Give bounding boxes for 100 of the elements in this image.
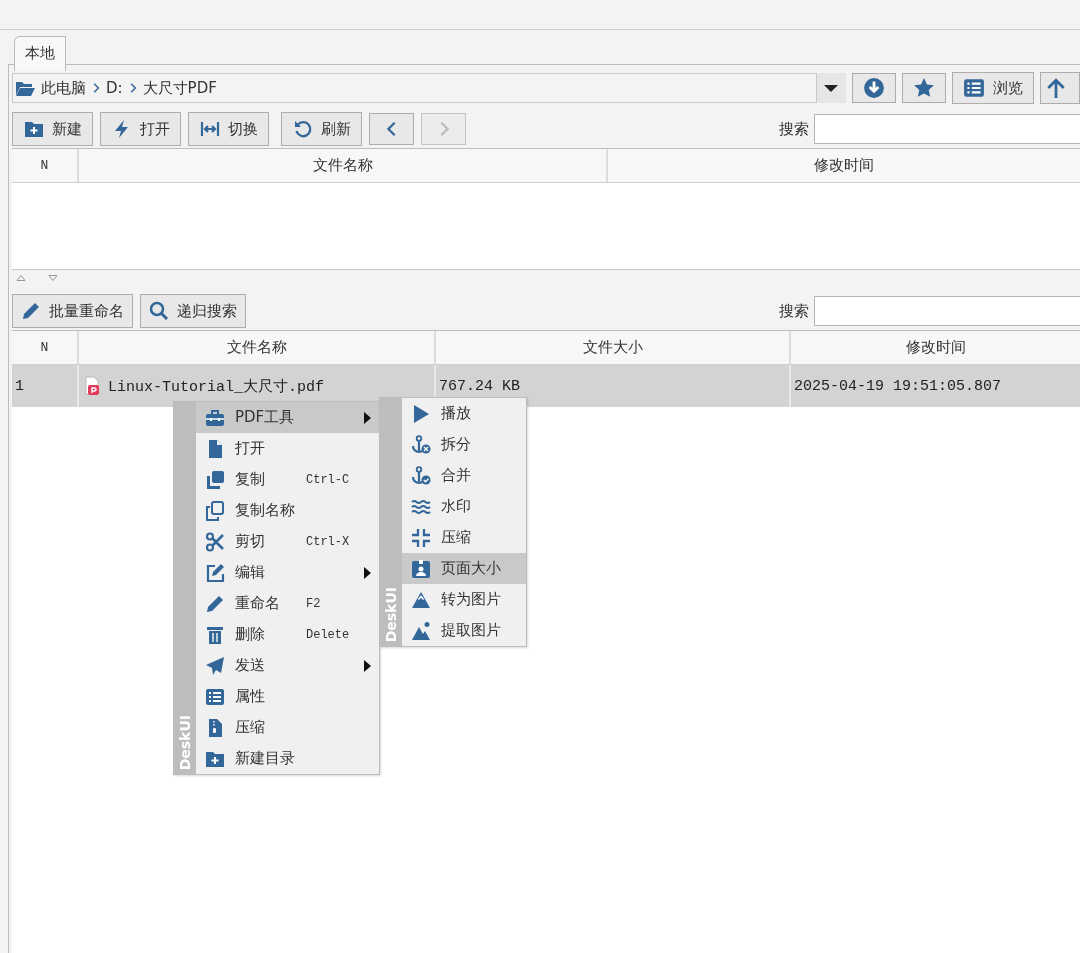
shortcut-label: Ctrl-C — [306, 472, 350, 487]
table-cell: 1 — [12, 365, 79, 407]
star-icon — [913, 77, 935, 99]
menu-item-label: 拆分 — [441, 435, 471, 454]
menu-item[interactable]: 复制名称 — [196, 495, 379, 526]
menu-item[interactable]: PDF工具 — [196, 402, 379, 433]
search-field[interactable] — [814, 114, 1080, 144]
menu-item-label: 合并 — [441, 466, 471, 485]
brand-label: DeskUI — [177, 714, 193, 772]
list-icon — [205, 686, 225, 707]
menu-item[interactable]: 复制 Ctrl-C — [196, 464, 379, 495]
menu-item-label: PDF工具 — [235, 408, 295, 427]
shortcut-label: Delete — [306, 627, 350, 642]
switch-button[interactable]: 切换 — [188, 112, 269, 146]
image-icon — [411, 620, 431, 641]
menu-item-label: 压缩 — [441, 528, 471, 547]
paper-plane-icon — [205, 655, 225, 676]
menu-item-label: 复制名称 — [235, 501, 295, 520]
menu-item[interactable]: 合并 — [402, 460, 526, 491]
trash-icon — [205, 624, 225, 645]
refresh-button[interactable]: 刷新 — [281, 112, 362, 146]
menu-item-label: 重命名 — [235, 594, 280, 613]
copy-icon — [205, 469, 225, 490]
shortcut-label: F2 — [306, 596, 321, 611]
menu-item-label: 编辑 — [235, 563, 265, 582]
compress-icon — [411, 527, 431, 548]
new-folder-icon — [23, 119, 44, 139]
caret-icon — [824, 84, 839, 92]
menu-item[interactable]: 拆分 — [402, 429, 526, 460]
menu-item-label: 转为图片 — [441, 590, 501, 609]
refresh-icon — [292, 119, 313, 139]
download-button[interactable] — [852, 73, 896, 103]
menu-item[interactable]: 提取图片 — [402, 615, 526, 646]
menu-item[interactable]: 删除 Delete — [196, 619, 379, 650]
favorite-button[interactable] — [902, 73, 946, 103]
menu-item-label: 提取图片 — [441, 621, 501, 640]
swap-icon — [199, 119, 220, 139]
menu-item[interactable]: 压缩 — [402, 522, 526, 553]
menu-item-label: 打开 — [235, 439, 265, 458]
column-header[interactable]: 文件名称 — [79, 149, 608, 182]
toolbox-icon — [205, 407, 225, 428]
browse-button[interactable]: 浏览 — [952, 72, 1034, 104]
menu-item[interactable]: 剪切 Ctrl-X — [196, 526, 379, 557]
brand-label: DeskUI — [383, 586, 399, 644]
breadcrumb-item[interactable]: 此电脑 — [41, 78, 86, 98]
up-arrow-icon — [1045, 77, 1067, 99]
play-icon — [411, 403, 431, 424]
back-button[interactable] — [369, 113, 414, 145]
copy-icon — [205, 500, 225, 521]
file-name: Linux-Tutorial_大尺寸.pdf — [108, 377, 325, 396]
menu-item[interactable]: 水印 — [402, 491, 526, 522]
breadcrumb-item[interactable]: 大尺寸PDF — [142, 78, 217, 98]
menu-item[interactable]: 转为图片 — [402, 584, 526, 615]
shortcut-label: Ctrl-X — [306, 534, 350, 549]
new-button[interactable]: 新建 — [12, 112, 93, 146]
tab[interactable]: 本地 — [14, 36, 66, 71]
id-badge-icon — [411, 558, 431, 579]
menu-item-label: 发送 — [235, 656, 265, 675]
collapse-up-icon[interactable] — [16, 275, 26, 281]
search-label: 搜索 — [779, 119, 809, 139]
scissors-icon — [205, 531, 225, 552]
open-button[interactable]: 打开 — [100, 112, 181, 146]
menu-item-label: 属性 — [235, 687, 265, 706]
column-header[interactable]: 修改时间 — [791, 331, 1080, 364]
up-button[interactable] — [1040, 72, 1080, 104]
menu-item[interactable]: 压缩 — [196, 712, 379, 743]
download-icon — [863, 77, 885, 99]
breadcrumb-item[interactable]: D: — [106, 79, 123, 97]
recursive-search-button[interactable]: 递归搜索 — [140, 294, 246, 328]
table-row[interactable]: 1 Linux-Tutorial_大尺寸.pdf 767.24 KB 2025-04-19 19:51:05.807 — [12, 365, 1080, 407]
menu-item-label: 新建目录 — [235, 749, 295, 768]
pdf-file-icon — [82, 376, 102, 396]
pencil-icon — [205, 593, 225, 614]
table-cell-text: 2025-04-19 19:51:05.807 — [793, 376, 1003, 397]
menu-item-label: 水印 — [441, 497, 471, 516]
menu-item[interactable]: 编辑 — [196, 557, 379, 588]
path-field[interactable]: 此电脑 D: 大尺寸PDF — [12, 73, 817, 103]
menu-item-label: 压缩 — [235, 718, 265, 737]
list-icon — [963, 77, 985, 99]
search-field[interactable] — [814, 296, 1080, 326]
column-header[interactable]: N — [12, 149, 79, 182]
menu-item[interactable]: 重命名 F2 — [196, 588, 379, 619]
menu-item[interactable]: 发送 — [196, 650, 379, 681]
edit-icon — [205, 562, 225, 583]
anchor-icon — [411, 434, 431, 455]
column-header[interactable]: 修改时间 — [608, 149, 1080, 182]
pencil-icon — [21, 301, 41, 321]
menu-item[interactable]: 属性 — [196, 681, 379, 712]
menu-item-label: 剪切 — [235, 532, 265, 551]
batch-rename-button[interactable]: 批量重命名 — [12, 294, 133, 328]
dropdown-button[interactable] — [816, 73, 846, 103]
menu-item[interactable]: 打开 — [196, 433, 379, 464]
menu-item-label: 删除 — [235, 625, 265, 644]
menu-item[interactable]: 新建目录 — [196, 743, 379, 774]
menu-item-label: 页面大小 — [441, 559, 501, 578]
search-label: 搜索 — [779, 301, 809, 321]
menu-item[interactable]: 页面大小 — [402, 553, 526, 584]
collapse-down-icon[interactable] — [48, 275, 58, 281]
menu-item-label: 播放 — [441, 404, 471, 423]
search-icon — [149, 301, 169, 321]
